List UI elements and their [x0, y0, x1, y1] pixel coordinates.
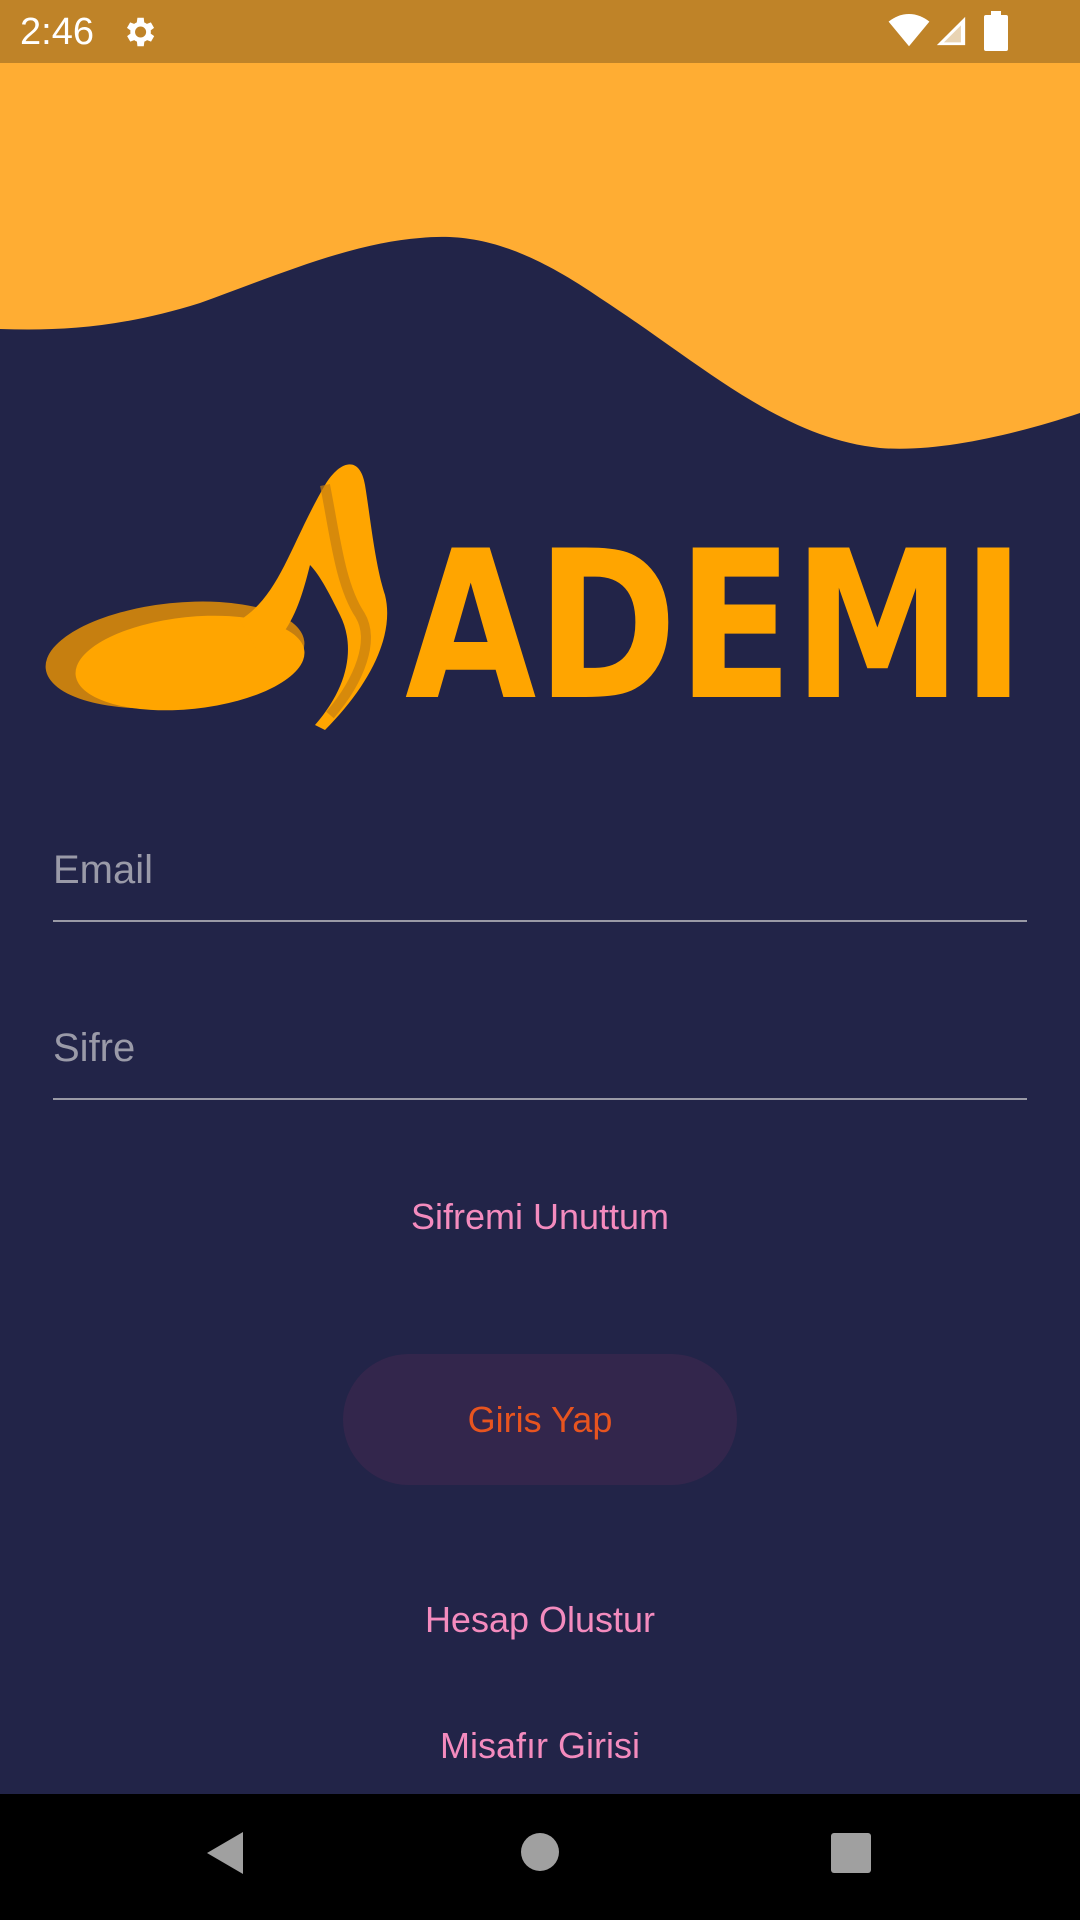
password-input[interactable]: [53, 998, 1027, 1098]
header-wave: [0, 63, 1080, 449]
password-field[interactable]: [53, 998, 1027, 1100]
app-logo: ADEMI: [45, 464, 1025, 745]
status-time: 2:46: [20, 11, 94, 53]
status-bar: 2:46: [0, 0, 1080, 63]
home-icon[interactable]: [520, 1832, 560, 1872]
logo-text: ADEMI: [405, 508, 1025, 745]
recents-icon[interactable]: [830, 1832, 872, 1874]
guest-login-link[interactable]: Misafır Girisi: [0, 1724, 1080, 1768]
email-input[interactable]: [53, 820, 1027, 920]
music-note-icon: [45, 464, 388, 730]
forgot-password-link[interactable]: Sifremi Unuttum: [0, 1195, 1080, 1239]
wifi-icon: [888, 14, 930, 47]
wave-shape: [0, 63, 1080, 449]
settings-gear-icon: [126, 17, 155, 47]
battery-icon: [984, 11, 1008, 51]
login-button[interactable]: Giris Yap: [343, 1354, 737, 1485]
create-account-link[interactable]: Hesap Olustur: [0, 1598, 1080, 1642]
back-icon[interactable]: [205, 1830, 245, 1876]
navigation-bar: [0, 1794, 1080, 1920]
cell-signal-icon: [936, 16, 966, 46]
email-field[interactable]: [53, 820, 1027, 922]
